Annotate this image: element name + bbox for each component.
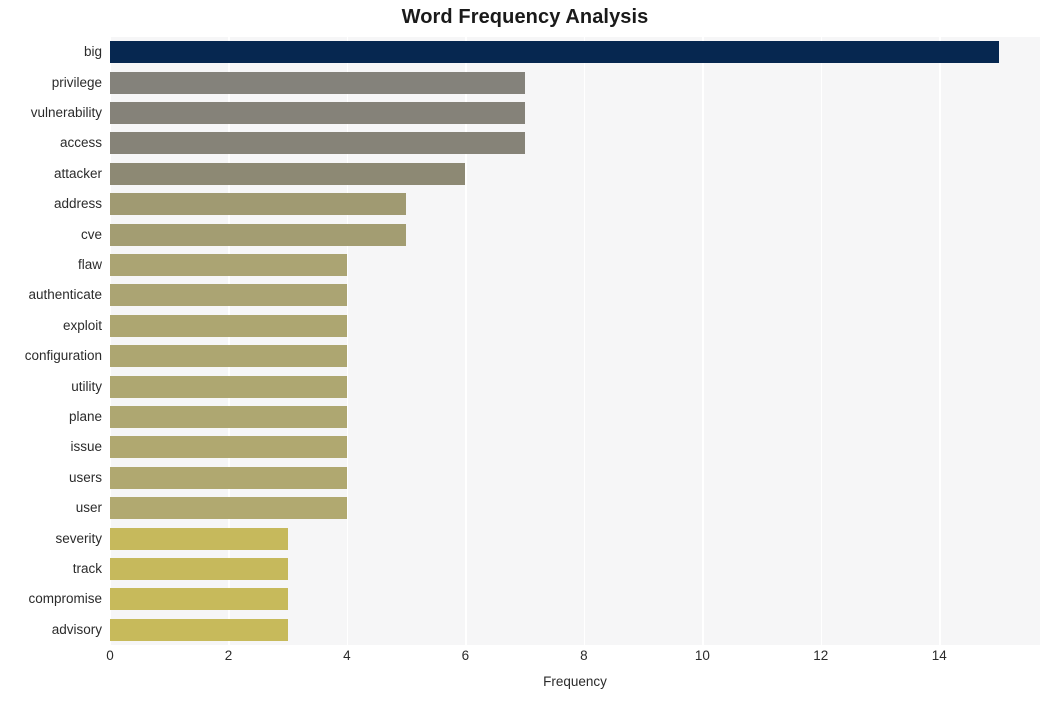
y-axis-tick-label: attacker [53, 165, 102, 181]
x-axis-tick-labels: 0 2 4 6 8 10 12 14 [106, 648, 1040, 670]
bar[interactable] [110, 193, 407, 216]
x-axis-tick-label: 10 [694, 648, 710, 663]
bar[interactable] [110, 132, 525, 155]
y-axis-tick-label: utility [71, 378, 102, 394]
bar[interactable] [110, 436, 347, 459]
y-axis-tick-label: user [75, 500, 102, 516]
y-axis-tick-labels: big privilege vulnerability access attacker a… [0, 37, 110, 645]
bar[interactable] [110, 588, 288, 611]
chart-figure: Word Frequency Analysis big privilege vuln… [0, 0, 1050, 701]
bar[interactable] [110, 284, 347, 307]
bar[interactable] [110, 254, 347, 276]
bar[interactable] [110, 345, 347, 368]
x-axis-tick-label: 8 [580, 648, 588, 663]
y-axis-tick-label: authenticate [28, 287, 102, 303]
x-axis-tick-label: 0 [106, 648, 114, 663]
plot-area [110, 37, 1040, 645]
x-axis-title: Frequency [543, 674, 607, 689]
bar[interactable] [110, 375, 347, 398]
bar[interactable] [110, 618, 288, 641]
bar[interactable] [110, 223, 407, 246]
bar[interactable] [110, 558, 288, 580]
bar[interactable] [110, 162, 466, 185]
x-axis-tick-label: 12 [813, 648, 829, 663]
x-axis-tick-label: 14 [931, 648, 947, 663]
y-axis-tick-label: users [68, 469, 102, 485]
bar[interactable] [110, 314, 347, 337]
y-axis-tick-label: access [59, 135, 102, 151]
y-axis-tick-label: issue [70, 439, 102, 455]
bar[interactable] [110, 41, 999, 64]
y-axis-tick-label: severity [55, 530, 102, 546]
bar[interactable] [110, 406, 347, 428]
bars-container [110, 37, 1040, 645]
chart-title: Word Frequency Analysis [401, 6, 649, 28]
y-axis-tick-label: configuration [24, 348, 102, 364]
y-axis-tick-label: track [72, 561, 102, 576]
y-axis-tick-label: exploit [62, 317, 102, 333]
bar[interactable] [110, 102, 525, 124]
bar[interactable] [110, 71, 525, 94]
y-axis-tick-label: compromise [28, 591, 102, 607]
y-axis-tick-label: advisory [51, 621, 102, 637]
y-axis-tick-label: vulnerability [30, 105, 102, 120]
x-axis-tick-label: 6 [461, 648, 470, 663]
y-axis-tick-label: big [83, 44, 102, 60]
x-axis-tick-label: 4 [343, 648, 351, 663]
bar[interactable] [110, 497, 347, 520]
bar[interactable] [110, 466, 347, 489]
y-axis-tick-label: cve [80, 226, 102, 242]
x-axis-tick-label: 2 [224, 648, 233, 663]
y-axis-tick-label: address [53, 196, 102, 212]
bar[interactable] [110, 527, 288, 550]
y-axis-tick-label: plane [68, 409, 102, 424]
y-axis-tick-label: flaw [77, 257, 102, 272]
y-axis-tick-label: privilege [51, 74, 102, 90]
